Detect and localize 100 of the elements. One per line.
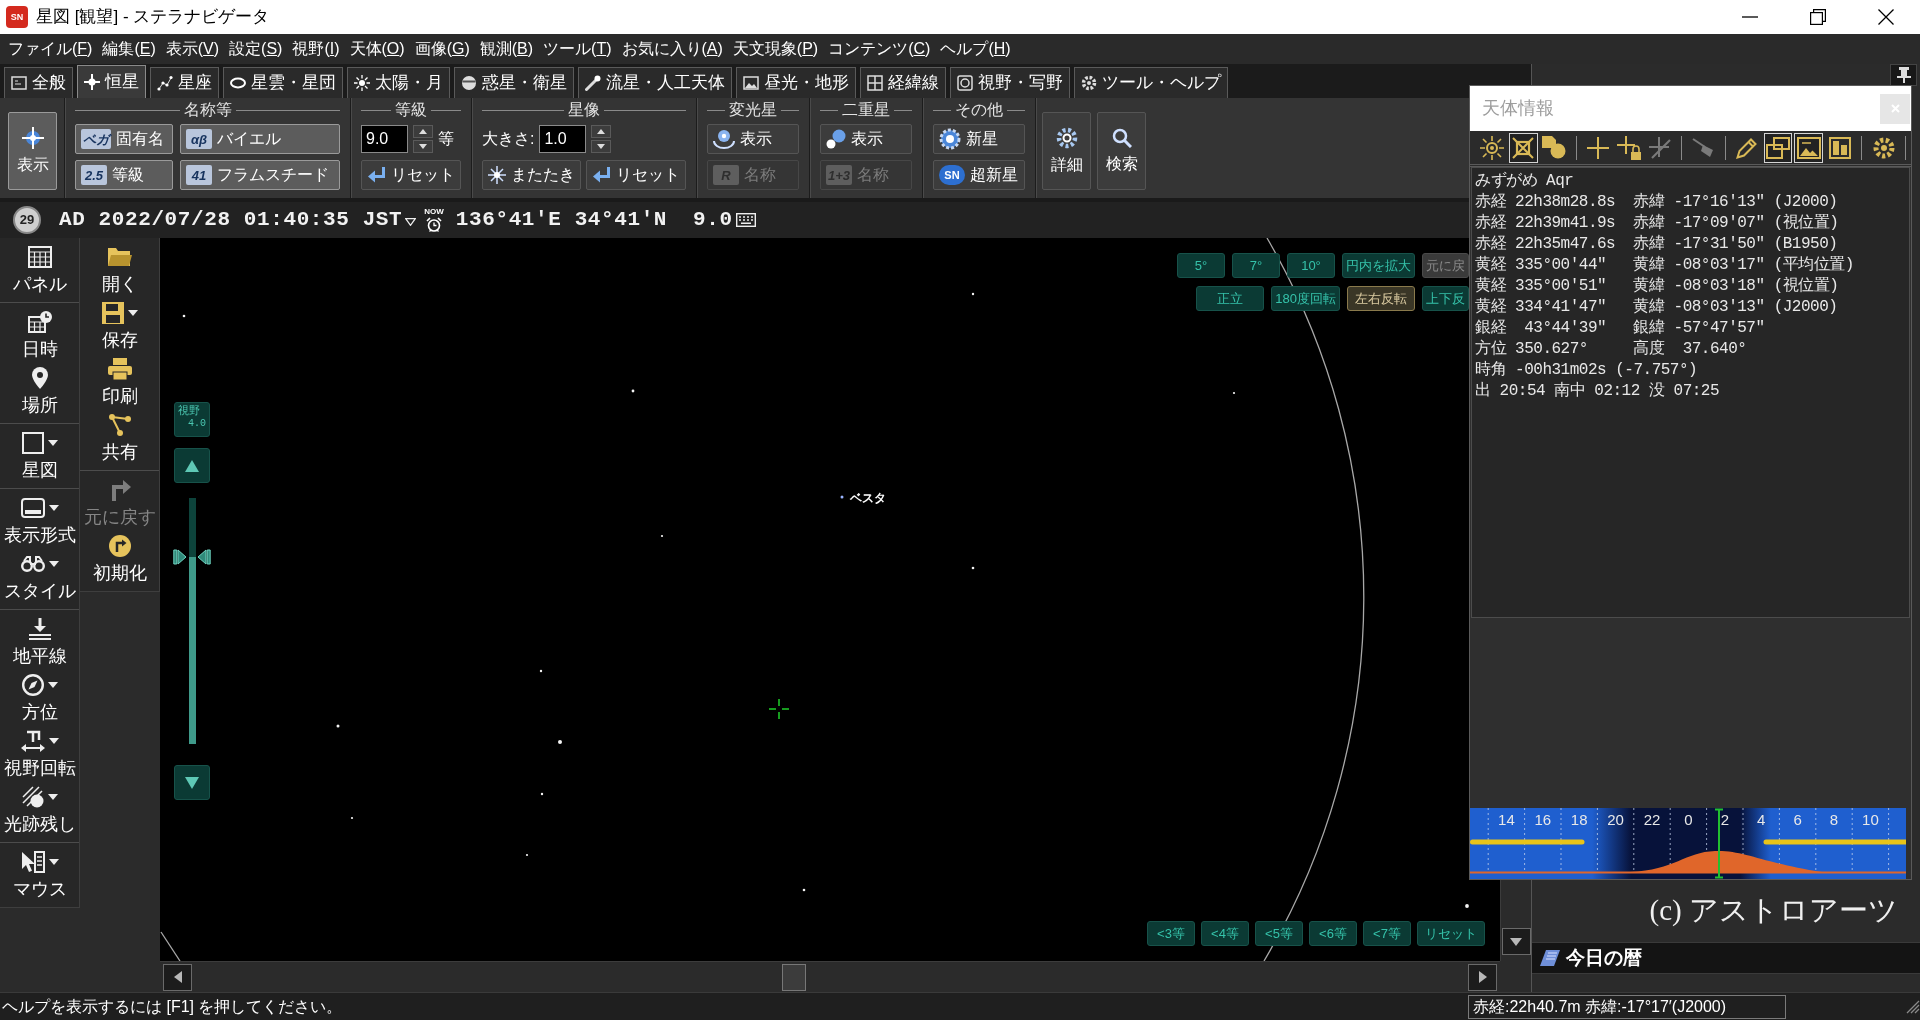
toolbar-button[interactable] bbox=[1508, 132, 1538, 163]
spin-up-button[interactable] bbox=[591, 125, 612, 138]
toolbar-button[interactable]: 印刷 bbox=[80, 354, 159, 410]
tab[interactable]: 昼光・地形 bbox=[736, 67, 856, 98]
search-button[interactable]: 検索 bbox=[1097, 112, 1146, 190]
ellipse-icon bbox=[230, 75, 246, 91]
scrollbar-thumb[interactable] bbox=[781, 963, 806, 991]
view-button[interactable]: 10° bbox=[1287, 253, 1335, 278]
size-field[interactable]: 1.0 bbox=[539, 125, 587, 153]
magnitude-field[interactable]: 9.0 bbox=[361, 125, 408, 153]
toolbar-button[interactable] bbox=[1763, 132, 1793, 163]
toolbar-button[interactable]: 光跡残し bbox=[0, 782, 79, 838]
menu-item[interactable]: 視野(I) bbox=[287, 39, 345, 59]
menu-item[interactable]: 編集(E) bbox=[97, 39, 161, 59]
magnitude-button[interactable]: <5等 bbox=[1255, 921, 1303, 946]
scroll-down-button[interactable] bbox=[1501, 928, 1531, 955]
details-button[interactable]: 詳細 bbox=[1042, 112, 1091, 190]
menu-item[interactable]: 設定(S) bbox=[224, 39, 288, 59]
magnitude-button[interactable]: <7等 bbox=[1363, 921, 1411, 946]
view-button[interactable]: 左右反転 bbox=[1347, 286, 1415, 311]
down-button[interactable] bbox=[174, 765, 210, 800]
slider-track[interactable] bbox=[188, 498, 196, 744]
toolbar-button[interactable]: 地平線 bbox=[0, 614, 79, 670]
view-button[interactable]: 7° bbox=[1232, 253, 1280, 278]
toolbar-button[interactable]: 表示形式 bbox=[0, 493, 79, 549]
menu-item[interactable]: ツール(T) bbox=[538, 39, 617, 59]
view-button[interactable]: 上下反 bbox=[1422, 286, 1469, 311]
tab[interactable]: ツール・ヘルプ bbox=[1074, 67, 1228, 98]
search-icon bbox=[1111, 128, 1132, 149]
landscape-icon bbox=[743, 75, 759, 91]
menu-item[interactable]: 画像(G) bbox=[409, 39, 475, 59]
vertical-scrollbar[interactable] bbox=[1500, 879, 1531, 961]
reset-button[interactable]: リセット bbox=[361, 160, 461, 190]
spin-down-button[interactable] bbox=[413, 140, 433, 153]
toolbar-button[interactable]: 保存 bbox=[80, 298, 159, 354]
name-toggle-button[interactable]: 2.5 等級 bbox=[75, 160, 173, 190]
tab[interactable]: 全般 bbox=[4, 67, 73, 98]
name-toggle-button[interactable]: ベガ 固有名 bbox=[75, 124, 173, 154]
tab[interactable]: 星座 bbox=[150, 67, 219, 98]
twinkle-button[interactable]: またたき bbox=[482, 160, 581, 190]
view-button[interactable]: 円内を拡大 bbox=[1342, 253, 1415, 278]
menu-item[interactable]: 表示(V) bbox=[160, 39, 225, 59]
menu-item[interactable]: お気に入り(A) bbox=[616, 39, 728, 59]
tab[interactable]: 惑星・衛星 bbox=[454, 67, 574, 98]
magnitude-button[interactable]: リセット bbox=[1417, 921, 1485, 946]
tab[interactable]: 恒星 bbox=[77, 65, 146, 98]
toolbar-button[interactable]: 初期化 bbox=[80, 531, 159, 587]
magnitude-button[interactable]: <6等 bbox=[1309, 921, 1357, 946]
menu-item[interactable]: ファイル(F) bbox=[3, 39, 98, 59]
toolbar-button[interactable]: 視野回転 bbox=[0, 726, 79, 782]
toolbar-button[interactable]: スタイル bbox=[0, 549, 79, 605]
tab[interactable]: 経緯線 bbox=[860, 67, 946, 98]
name-toggle-button[interactable]: 41 フラムスチード bbox=[180, 160, 340, 190]
almanac-bar[interactable]: 今日の暦 bbox=[1532, 942, 1920, 974]
columns-icon bbox=[1828, 136, 1851, 159]
toolbar-button[interactable]: 方位 bbox=[0, 670, 79, 726]
hour-label: 22 bbox=[1643, 811, 1661, 828]
menu-item[interactable]: コンテンツ(C) bbox=[823, 39, 936, 59]
tab[interactable]: 流星・人工天体 bbox=[578, 67, 732, 98]
up-button[interactable] bbox=[174, 448, 210, 483]
tab[interactable]: 星雲・星団 bbox=[223, 67, 343, 98]
show-button[interactable]: 表示 bbox=[707, 124, 799, 154]
toolbar-button[interactable]: 日時 bbox=[0, 307, 79, 363]
toolbar-button[interactable]: 星図 bbox=[0, 428, 79, 484]
spin-up-button[interactable] bbox=[413, 125, 433, 138]
menu-item[interactable]: 観測(B) bbox=[474, 39, 539, 59]
scroll-right-button[interactable] bbox=[1468, 963, 1497, 991]
spin-down-button[interactable] bbox=[591, 140, 612, 153]
display-button[interactable]: 表示 bbox=[8, 112, 57, 190]
nova-button[interactable]: 新星 bbox=[933, 124, 1025, 154]
pin-button[interactable] bbox=[1890, 64, 1917, 86]
keyboard-icon[interactable] bbox=[735, 213, 756, 227]
toolbar-button[interactable]: パネル bbox=[0, 242, 79, 298]
view-button[interactable]: 5° bbox=[1177, 253, 1225, 278]
starburst-icon bbox=[939, 128, 961, 150]
resize-grip-icon[interactable] bbox=[1906, 999, 1920, 1014]
toolbar-button[interactable] bbox=[1794, 132, 1824, 163]
tab[interactable]: 太陽・月 bbox=[347, 67, 450, 98]
reset-button[interactable]: リセット bbox=[586, 160, 686, 190]
view-button[interactable]: 正立 bbox=[1196, 286, 1265, 311]
toolbar-button[interactable]: 場所 bbox=[0, 363, 79, 419]
supernova-button[interactable]: SN 超新星 bbox=[933, 160, 1025, 190]
magnitude-button[interactable]: <3等 bbox=[1147, 921, 1195, 946]
horizontal-scrollbar[interactable] bbox=[160, 961, 1500, 992]
toolbar-button[interactable]: 開く bbox=[80, 242, 159, 298]
caret-icon[interactable] bbox=[405, 218, 417, 226]
magnitude-button[interactable]: <4等 bbox=[1201, 921, 1249, 946]
menu-item[interactable]: 天文現象(P) bbox=[727, 39, 824, 59]
view-button[interactable]: 180度回転 bbox=[1271, 286, 1340, 311]
name-toggle-button[interactable]: αβ バイエル bbox=[180, 124, 340, 154]
scroll-left-button[interactable] bbox=[163, 963, 192, 991]
slider-thumb[interactable] bbox=[173, 549, 211, 566]
menu-item[interactable]: 天体(O) bbox=[344, 39, 410, 59]
toolbar-button[interactable]: マウス bbox=[0, 847, 79, 903]
toolbar-button[interactable]: 共有 bbox=[80, 410, 159, 466]
tab[interactable]: 視野・写野 bbox=[950, 67, 1070, 98]
show-button[interactable]: 表示 bbox=[820, 124, 912, 154]
now-button[interactable]: NOW bbox=[424, 208, 444, 232]
menu-item[interactable]: ヘルプ(H) bbox=[935, 39, 1016, 59]
up-triangle-icon bbox=[419, 129, 427, 134]
